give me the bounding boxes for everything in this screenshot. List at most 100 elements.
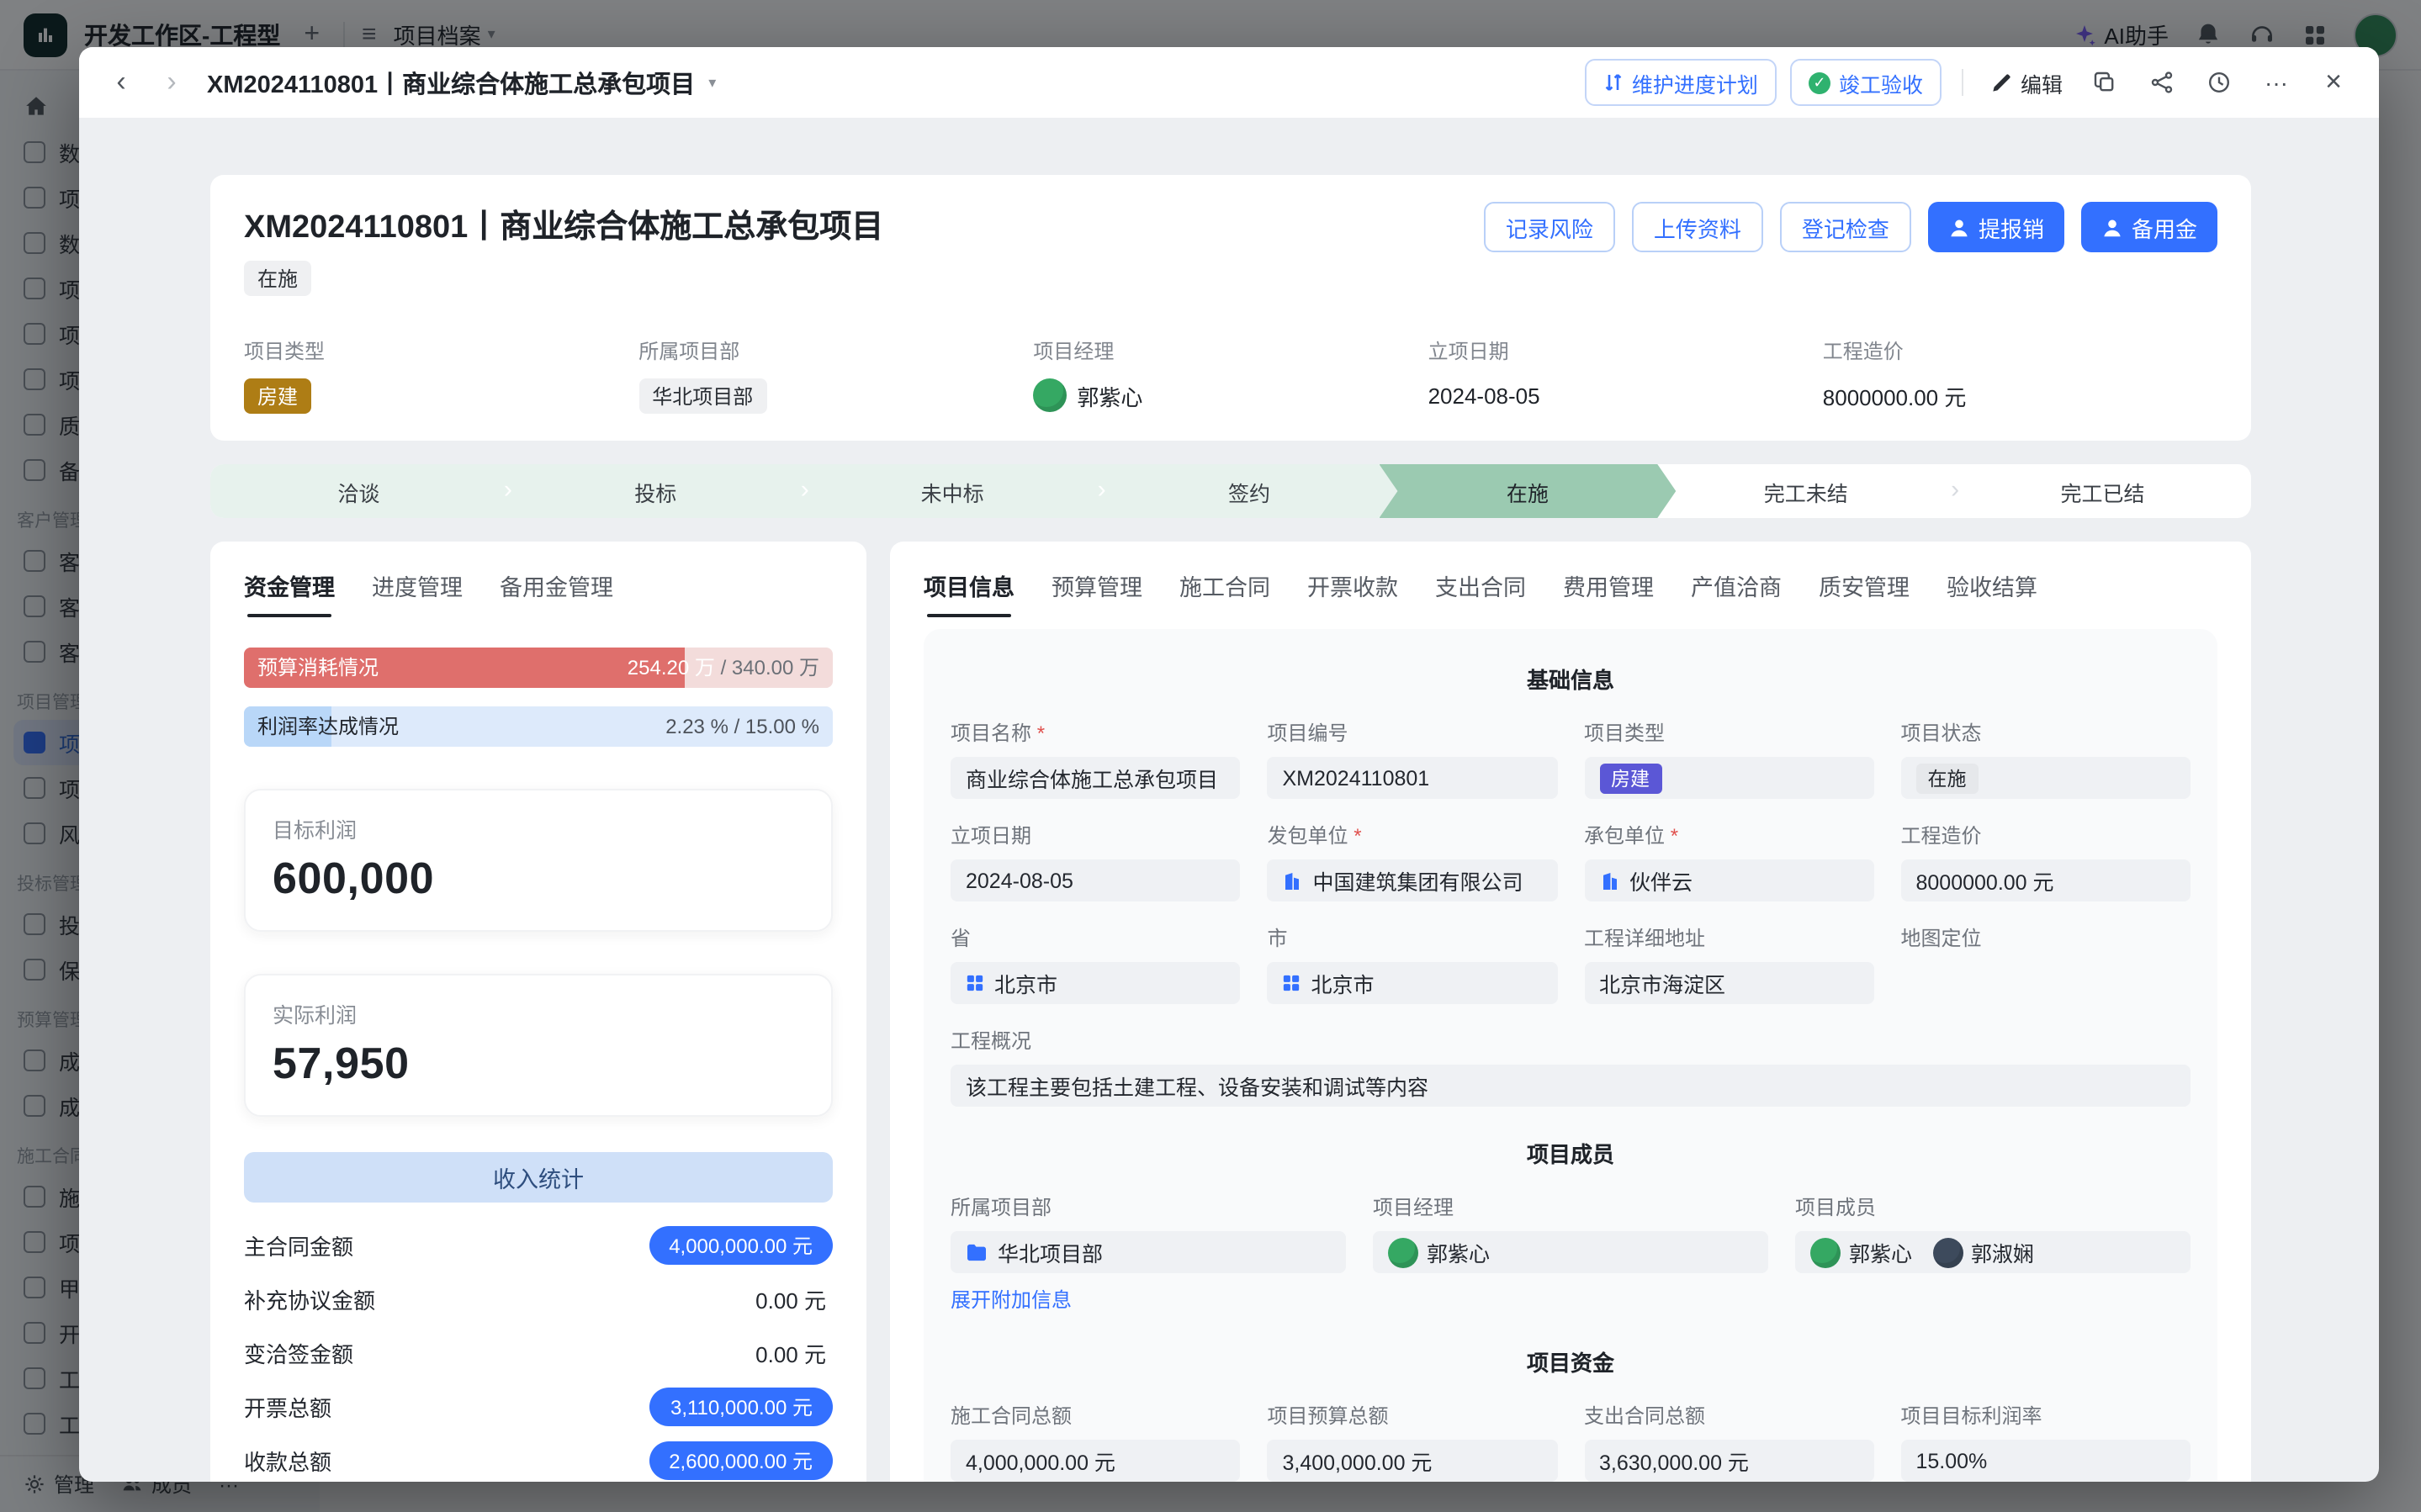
- register-inspection-button[interactable]: 登记检查: [1780, 202, 1911, 252]
- budget-total-value[interactable]: 3,400,000.00 元: [1268, 1440, 1558, 1482]
- construction-contract-total-value[interactable]: 4,000,000.00 元: [951, 1440, 1241, 1482]
- field-contractor-unit: 承包单位 伙伴云: [1584, 821, 1874, 901]
- tab-acceptance-settlement[interactable]: 验收结算: [1947, 568, 2037, 617]
- project-type-value[interactable]: 房建: [1584, 757, 1874, 799]
- region-grid-icon: [1283, 974, 1301, 992]
- field-department: 所属项目部 华北项目部 展开附加信息: [951, 1192, 1346, 1315]
- field-project-type: 项目类型 房建: [1584, 718, 1874, 799]
- record-risk-button[interactable]: 记录风险: [1484, 202, 1615, 252]
- building-icon: [1283, 870, 1303, 891]
- field-budget-total: 项目预算总额 3,400,000.00 元: [1268, 1401, 1558, 1482]
- share-icon[interactable]: [2140, 61, 2184, 104]
- members-grid: 所属项目部 华北项目部 展开附加信息 项目经理: [951, 1192, 2191, 1315]
- maintain-schedule-button[interactable]: 维护进度计划: [1585, 59, 1777, 106]
- field-project-status: 项目状态 在施: [1901, 718, 2191, 799]
- project-stage-stepper: 洽谈 投标 未中标 签约 在施 完工未结 完工已结: [210, 464, 2251, 518]
- close-icon[interactable]: ×: [2312, 61, 2355, 104]
- start-date-value[interactable]: 2024-08-05: [951, 859, 1241, 901]
- tab-fee-management[interactable]: 费用管理: [1563, 568, 1654, 617]
- department-value[interactable]: 华北项目部: [951, 1231, 1346, 1273]
- actual-profit-value: 57,950: [273, 1038, 804, 1090]
- check-circle-icon: ✓: [1809, 71, 1830, 93]
- field-province: 省 北京市: [951, 923, 1241, 1004]
- tab-progress-management[interactable]: 进度管理: [372, 568, 463, 617]
- project-detail-modal: ‹ › XM2024110801丨商业综合体施工总承包项目 ▾ 维护进度计划 ✓…: [79, 47, 2379, 1482]
- submit-expense-button[interactable]: 提报销: [1928, 202, 2064, 252]
- income-statistics-button[interactable]: 收入统计: [244, 1152, 833, 1203]
- project-manager-value[interactable]: 郭紫心: [1373, 1231, 1768, 1273]
- detailed-address-value[interactable]: 北京市海淀区: [1584, 962, 1874, 1004]
- edit-button[interactable]: 编辑: [1984, 61, 2069, 104]
- member-chip: 郭紫心: [1810, 1236, 1912, 1268]
- funds-tabs: 资金管理 进度管理 备用金管理: [244, 568, 833, 617]
- target-profit-rate-value[interactable]: 15.00%: [1901, 1440, 2191, 1482]
- project-status-badge: 在施: [244, 261, 311, 296]
- avatar: [1388, 1237, 1418, 1267]
- forward-arrow-icon[interactable]: ›: [153, 64, 190, 101]
- city-value[interactable]: 北京市: [1268, 962, 1558, 1004]
- budget-consumption-bar: 预算消耗情况 254.20 万 / 340.00 万: [244, 648, 833, 688]
- field-project-manager: 项目经理 郭紫心: [1033, 336, 1428, 414]
- basic-info-grid: 项目名称 商业综合体施工总承包项目 项目编号 XM2024110801 项目类型…: [951, 718, 2191, 1107]
- department-tag: 华北项目部: [638, 378, 766, 413]
- expand-extra-info-link[interactable]: 展开附加信息: [951, 1285, 1072, 1314]
- row-invoice-total: 开票总额 3,110,000.00 元: [244, 1379, 833, 1433]
- project-status-value[interactable]: 在施: [1901, 757, 2191, 799]
- amount-pill: 2,600,000.00 元: [649, 1441, 833, 1479]
- tab-invoice-receipt[interactable]: 开票收款: [1307, 568, 1398, 617]
- step-signed[interactable]: 签约: [1101, 464, 1398, 518]
- row-main-contract: 主合同金额 4,000,000.00 元: [244, 1218, 833, 1271]
- copy-icon[interactable]: [2083, 61, 2127, 104]
- tab-construction-contract[interactable]: 施工合同: [1179, 568, 1270, 617]
- project-info-panel: 项目信息 预算管理 施工合同 开票收款 支出合同 费用管理 产值洽商 质安管理 …: [890, 542, 2251, 1482]
- tab-budget[interactable]: 预算管理: [1052, 568, 1142, 617]
- project-status-tag: 在施: [1916, 763, 1979, 793]
- field-target-profit-rate: 项目目标利润率 15.00%: [1901, 1401, 2191, 1482]
- tab-reserve-management[interactable]: 备用金管理: [500, 568, 613, 617]
- amount-pill: 3,110,000.00 元: [650, 1387, 833, 1425]
- back-arrow-icon[interactable]: ‹: [103, 64, 140, 101]
- tab-output-negotiation[interactable]: 产值洽商: [1691, 568, 1782, 617]
- tab-expense-contract[interactable]: 支出合同: [1435, 568, 1526, 617]
- field-project-cost: 工程造价 8000000.00 元: [1901, 821, 2191, 901]
- pencil-icon: [1990, 71, 2012, 93]
- field-project-name: 项目名称 商业综合体施工总承包项目: [951, 718, 1241, 799]
- step-in-construction[interactable]: 在施: [1379, 464, 1676, 518]
- field-project-cost: 工程造价 8000000.00 元: [1823, 336, 2217, 414]
- step-finished-settled[interactable]: 完工已结: [1954, 464, 2251, 518]
- reserve-fund-button[interactable]: 备用金: [2081, 202, 2217, 252]
- project-cost-value[interactable]: 8000000.00 元: [1901, 859, 2191, 901]
- field-project-type: 项目类型 房建: [244, 336, 638, 414]
- tab-funds-management[interactable]: 资金管理: [244, 568, 335, 617]
- project-members-value[interactable]: 郭紫心 郭淑娴: [1795, 1231, 2191, 1273]
- target-profit-card: 目标利润 600,000: [244, 789, 833, 932]
- completion-acceptance-button[interactable]: ✓ 竣工验收: [1790, 59, 1942, 106]
- province-value[interactable]: 北京市: [951, 962, 1241, 1004]
- row-receipt-total: 收款总额 2,600,000.00 元: [244, 1433, 833, 1482]
- history-clock-icon[interactable]: [2197, 61, 2241, 104]
- tab-quality-safety[interactable]: 质安管理: [1819, 568, 1910, 617]
- sort-icon: [1603, 72, 1624, 93]
- avatar: [1932, 1237, 1963, 1267]
- contractor-unit-value[interactable]: 伙伴云: [1584, 859, 1874, 901]
- step-negotiation[interactable]: 洽谈: [210, 464, 507, 518]
- project-code-value[interactable]: XM2024110801: [1268, 757, 1558, 799]
- step-bidding[interactable]: 投标: [507, 464, 804, 518]
- project-name-value[interactable]: 商业综合体施工总承包项目: [951, 757, 1241, 799]
- field-city: 市 北京市: [1268, 923, 1558, 1004]
- title-chevron-down-icon[interactable]: ▾: [708, 73, 716, 92]
- step-finished-unsettled[interactable]: 完工未结: [1657, 464, 1954, 518]
- upload-file-button[interactable]: 上传资料: [1632, 202, 1763, 252]
- project-type-tag: 房建: [244, 378, 311, 413]
- map-location-value[interactable]: [1901, 962, 2191, 1004]
- expense-contract-total-value[interactable]: 3,630,000.00 元: [1584, 1440, 1874, 1482]
- field-department: 所属项目部 华北项目部: [638, 336, 1033, 414]
- project-overview-value[interactable]: 该工程主要包括土建工程、设备安装和调试等内容: [951, 1065, 2191, 1107]
- tab-project-info[interactable]: 项目信息: [924, 568, 1014, 617]
- region-grid-icon: [966, 974, 984, 992]
- owner-unit-value[interactable]: 中国建筑集团有限公司: [1268, 859, 1558, 901]
- member-chip: 郭淑娴: [1932, 1236, 2034, 1268]
- more-icon[interactable]: ···: [2254, 61, 2298, 104]
- step-not-won[interactable]: 未中标: [804, 464, 1101, 518]
- info-tabs: 项目信息 预算管理 施工合同 开票收款 支出合同 费用管理 产值洽商 质安管理 …: [924, 568, 2217, 617]
